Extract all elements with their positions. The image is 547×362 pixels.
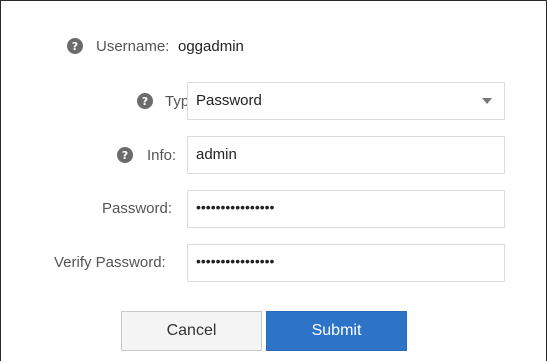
chevron-down-icon: [482, 98, 492, 104]
submit-button[interactable]: Submit: [266, 311, 407, 351]
password-input[interactable]: ••••••••••••••••: [187, 190, 505, 228]
verify-password-input[interactable]: ••••••••••••••••: [187, 244, 505, 282]
verify-password-label: Verify Password:: [54, 254, 166, 271]
type-help-icon[interactable]: ?: [137, 93, 153, 109]
info-input[interactable]: admin: [187, 136, 505, 174]
username-help-icon[interactable]: ?: [67, 38, 83, 54]
verify-password-input-value: ••••••••••••••••: [196, 253, 275, 269]
password-label: Password:: [102, 200, 173, 217]
info-input-value: admin: [196, 146, 237, 163]
dialog-form: ? Username: oggadmin ? Type: Password ? …: [0, 0, 547, 361]
info-help-icon[interactable]: ?: [117, 147, 133, 163]
password-input-value: ••••••••••••••••: [196, 199, 275, 215]
username-value: oggadmin: [178, 38, 244, 55]
cancel-button[interactable]: Cancel: [121, 311, 262, 351]
type-select[interactable]: Password: [187, 82, 505, 120]
type-select-value: Password: [196, 92, 262, 109]
username-label: Username:: [96, 38, 170, 55]
info-label: Info:: [147, 147, 177, 164]
